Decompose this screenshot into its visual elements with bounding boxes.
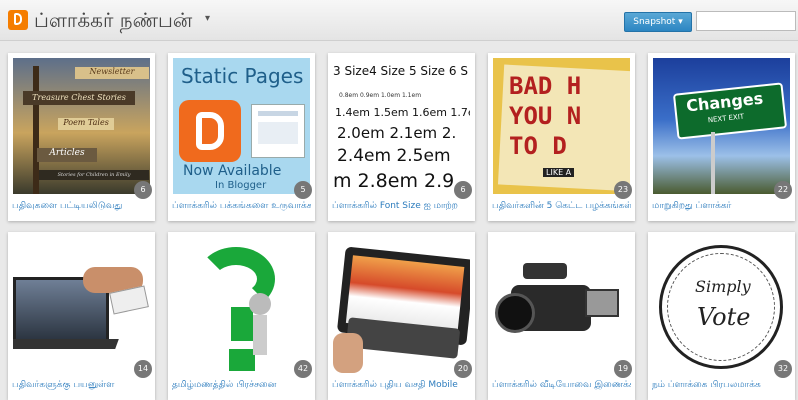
thumb-text: Static Pages <box>181 64 304 88</box>
post-card[interactable]: Changes NEXT EXIT 22 மாறுகிறது ப்ளாக்கர் <box>648 53 795 221</box>
thumb-text: Articles <box>37 148 97 162</box>
post-title-link[interactable]: தமிழ்மணத்தில் பிரச்சனை <box>172 380 311 391</box>
thumb-text: Now Available <box>183 163 282 179</box>
thumb-text: 2.4em 2.5em <box>337 146 451 166</box>
post-thumbnail <box>13 237 150 373</box>
post-title-link[interactable]: பதிவுகளை பட்டியலிடுவது <box>12 201 151 212</box>
post-thumbnail: 3 Size4 Size 5 Size 6 S 0.8em 0.9em 1.0e… <box>333 58 470 194</box>
post-title-link[interactable]: பதிவர்களுக்கு பயனுள்ள <box>12 380 151 391</box>
thumb-text: YOU N <box>509 102 582 130</box>
post-title-link[interactable]: ப்ளாக்கரில் பக்கங்களை உருவாக்க <box>172 201 311 212</box>
post-thumbnail <box>333 237 470 373</box>
comment-count-badge: 22 <box>774 181 792 199</box>
thumb-text: Vote <box>697 303 751 331</box>
thumb-text: Newsletter <box>75 67 149 79</box>
thumb-text: 0.8em 0.9em 1.0em 1.1em <box>339 92 422 99</box>
post-card[interactable]: 19 ப்ளாக்கரில் வீடியோவை இணைக்க <box>488 232 635 400</box>
blogger-logo-icon <box>179 100 241 162</box>
post-card[interactable]: 14 பதிவர்களுக்கு பயனுள்ள <box>8 232 155 400</box>
thumb-text: LIKE A <box>543 168 575 177</box>
post-thumbnail: Changes NEXT EXIT <box>653 58 790 194</box>
thumb-text: Poem Tales <box>58 118 114 130</box>
comment-count-badge: 23 <box>614 181 632 199</box>
thumb-text: NEXT EXIT <box>707 112 745 125</box>
post-title-link[interactable]: ப்ளாக்கரில் புதிய வசதி Mobile <box>332 380 471 391</box>
comment-count-badge: 6 <box>134 181 152 199</box>
blog-title[interactable]: ப்ளாக்கர் நண்பன் <box>34 8 192 35</box>
comment-count-badge: 19 <box>614 360 632 378</box>
comment-count-badge: 32 <box>774 360 792 378</box>
thumb-text: In Blogger <box>215 180 267 191</box>
post-card[interactable]: 20 ப்ளாக்கரில் புதிய வசதி Mobile <box>328 232 475 400</box>
blogger-logo-icon[interactable] <box>8 10 28 30</box>
top-bar: ப்ளாக்கர் நண்பன் ▾ Snapshot ▾ <box>0 0 798 41</box>
thumb-text: Stories for Children in Emily <box>39 170 149 180</box>
thumb-text: Simply <box>695 277 751 296</box>
post-card[interactable]: Static Pages Now Available In Blogger 5 … <box>168 53 315 221</box>
post-title-link[interactable]: மாறுகிறது ப்ளாக்கர் <box>652 201 791 212</box>
post-card[interactable]: BAD H YOU N TO D LIKE A 23 பதிவர்களின் 5… <box>488 53 635 221</box>
post-card[interactable]: 3 Size4 Size 5 Size 6 S 0.8em 0.9em 1.0e… <box>328 53 475 221</box>
thumb-text: Changes <box>685 88 764 116</box>
post-title-link[interactable]: ப்ளாக்கரில் Font Size ஐ மாற்ற <box>332 201 471 212</box>
post-title-link[interactable]: பதிவர்களின் 5 கெட்ட பழக்கங்கள் <box>492 201 631 212</box>
post-grid: Newsletter Treasure Chest Stories Poem T… <box>0 42 798 400</box>
post-card[interactable]: Simply Vote 32 நம் ப்ளாக்கை பிரபலமாக்க <box>648 232 795 400</box>
post-title-link[interactable]: ப்ளாக்கரில் வீடியோவை இணைக்க <box>492 380 631 391</box>
thumb-text: 3 Size4 Size 5 Size 6 S <box>333 64 468 78</box>
post-card[interactable]: 42 தமிழ்மணத்தில் பிரச்சனை <box>168 232 315 400</box>
thumb-text: Treasure Chest Stories <box>23 91 135 105</box>
comment-count-badge: 20 <box>454 360 472 378</box>
post-thumbnail: Static Pages Now Available In Blogger <box>173 58 310 194</box>
comment-count-badge: 14 <box>134 360 152 378</box>
post-thumbnail <box>493 237 630 373</box>
post-thumbnail <box>173 237 310 373</box>
thumb-text: 2.0em 2.1em 2. <box>337 124 457 142</box>
chevron-down-icon[interactable]: ▾ <box>205 13 210 24</box>
comment-count-badge: 42 <box>294 360 312 378</box>
thumb-text: TO D <box>509 132 567 160</box>
thumb-text: BAD H <box>509 72 582 100</box>
comment-count-badge: 6 <box>454 181 472 199</box>
comment-count-badge: 5 <box>294 181 312 199</box>
thumb-text: 1.4em 1.5em 1.6em 1.7e <box>335 106 470 119</box>
search-input[interactable] <box>696 11 796 31</box>
post-thumbnail: BAD H YOU N TO D LIKE A <box>493 58 630 194</box>
post-thumbnail: Simply Vote <box>653 237 790 373</box>
post-title-link[interactable]: நம் ப்ளாக்கை பிரபலமாக்க <box>652 380 791 391</box>
view-mode-button[interactable]: Snapshot ▾ <box>624 12 692 32</box>
post-card[interactable]: Newsletter Treasure Chest Stories Poem T… <box>8 53 155 221</box>
post-thumbnail: Newsletter Treasure Chest Stories Poem T… <box>13 58 150 194</box>
thumb-text: m 2.8em 2.9 <box>333 170 455 192</box>
